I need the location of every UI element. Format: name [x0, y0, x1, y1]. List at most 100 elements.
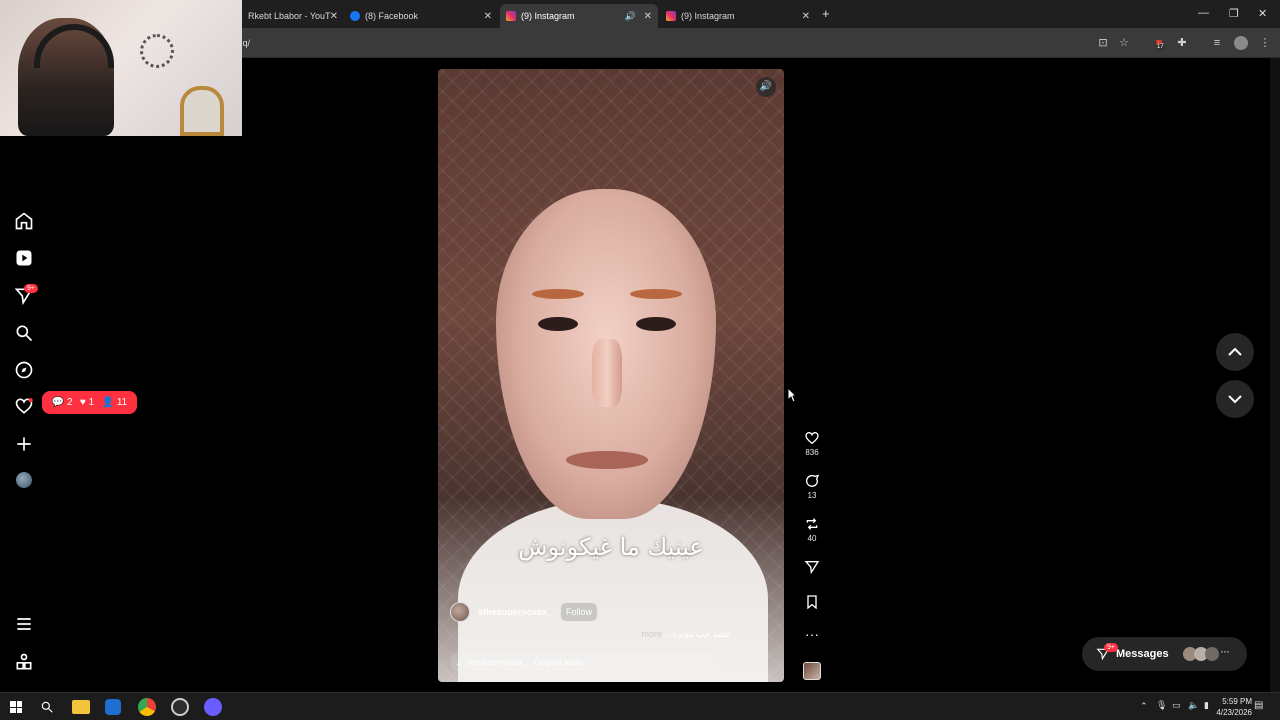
close-window-button[interactable]: ✕ — [1258, 7, 1267, 20]
reel-face — [496, 189, 716, 519]
audio-thumbnail[interactable] — [800, 662, 824, 680]
close-tab-icon[interactable]: ✕ — [802, 11, 810, 22]
explore-icon[interactable] — [14, 360, 34, 380]
notifications-icon[interactable] — [14, 396, 34, 416]
instagram-sidebar: 9+ — [0, 58, 48, 692]
close-tab-icon[interactable]: ✕ — [484, 11, 492, 22]
restore-button[interactable]: ❐ — [1229, 7, 1239, 20]
audio-label: xthesupernovax_ · Original audio — [466, 657, 584, 667]
mouse-cursor-icon — [787, 387, 797, 403]
media-control-icon[interactable]: ≡ — [1210, 36, 1224, 50]
comment-count: 13 — [807, 491, 817, 500]
messenger-icon[interactable] — [204, 698, 222, 716]
tab-title: (9) Instagram — [521, 11, 575, 21]
reels-icon[interactable] — [14, 248, 34, 268]
share-icon — [804, 561, 820, 575]
search-icon[interactable] — [14, 323, 34, 343]
comment-icon — [806, 474, 820, 487]
more-chats-icon: ··· — [1220, 647, 1230, 657]
mouth — [566, 451, 648, 469]
profile-icon[interactable] — [16, 472, 32, 488]
file-explorer-icon[interactable] — [72, 700, 90, 714]
author-row: xthesupernovax_ Follow — [450, 602, 599, 622]
like-button[interactable]: 836 — [800, 430, 824, 457]
reel-caption: عينيك ما غيكونوش — [518, 533, 704, 561]
new-tab-button[interactable]: + — [822, 6, 830, 21]
right-eye — [636, 317, 676, 331]
taskbar-search-icon[interactable] — [40, 700, 54, 714]
next-reel-button[interactable] — [1216, 380, 1254, 418]
taskbar-clock[interactable]: 5:59 PM 4/23/2026 — [1216, 696, 1252, 718]
tray-chevron-icon[interactable]: ⌃ — [1140, 701, 1148, 712]
audio-cover-icon — [803, 662, 821, 680]
heart-icon: ♥ — [79, 397, 86, 408]
minimize-button[interactable]: — — [1198, 7, 1209, 19]
page-scrollbar[interactable] — [1270, 58, 1280, 692]
also-from-meta-icon[interactable] — [14, 652, 34, 672]
follower-count-group: 👤 11 — [102, 397, 128, 408]
profile-avatar-icon[interactable] — [1234, 36, 1248, 50]
more-options-icon[interactable]: ··· — [800, 626, 824, 642]
create-icon[interactable] — [14, 434, 34, 454]
install-app-icon[interactable]: ⊡ — [1096, 36, 1110, 50]
windows-start-icon[interactable] — [10, 701, 22, 713]
close-tab-icon[interactable]: ✕ — [644, 11, 652, 22]
follow-button[interactable]: Follow — [560, 602, 599, 622]
battery-icon[interactable]: ▮ — [1204, 700, 1209, 711]
extensions-puzzle-icon[interactable]: ✚ — [1175, 36, 1189, 50]
tab-title: (8) Facebook — [365, 11, 419, 21]
description-text: قصة حب مؤثرة... — [664, 629, 731, 639]
reel-description[interactable]: more قصة حب مؤثرة... — [641, 629, 730, 640]
activity-notification-pill[interactable]: 💬 2 ♥ 1 👤 11 — [42, 391, 137, 414]
volume-toggle-button[interactable]: 🔊 — [756, 77, 776, 97]
comment-button[interactable]: 13 — [800, 473, 824, 500]
follower-count: 11 — [116, 397, 128, 408]
facebook-icon — [350, 11, 360, 21]
obs-icon[interactable] — [171, 698, 189, 716]
instagram-icon — [506, 11, 516, 21]
save-button[interactable] — [800, 594, 824, 610]
audio-playing-icon[interactable]: 🔊 — [625, 11, 636, 22]
like-count: 1 — [88, 397, 95, 408]
store-icon[interactable] — [105, 699, 121, 715]
author-username[interactable]: xthesupernovax_ — [478, 607, 552, 617]
home-icon[interactable] — [14, 211, 34, 231]
reel-video[interactable]: 🔊 عينيك ما غيكونوش xthesupernovax_ Follo… — [438, 69, 784, 682]
tab-instagram-active[interactable]: (9) Instagram 🔊 ✕ — [500, 4, 658, 28]
close-tab-icon[interactable]: ✕ — [330, 11, 338, 22]
bookmark-star-icon[interactable]: ☆ — [1117, 36, 1131, 50]
heart-icon — [805, 431, 819, 445]
left-eye — [538, 317, 578, 331]
network-icon[interactable]: ▭ — [1172, 700, 1181, 711]
messages-drawer-button[interactable]: 9+ Messages ··· — [1082, 637, 1247, 671]
messages-badge: 9+ — [24, 284, 38, 293]
author-avatar[interactable] — [450, 602, 470, 622]
like-count-group: ♥ 1 — [80, 397, 94, 408]
clock-time: 5:59 PM — [1222, 697, 1252, 706]
notification-center-icon[interactable]: ▤ — [1254, 700, 1263, 711]
right-brow — [630, 289, 682, 299]
comment-icon: 💬 — [51, 397, 65, 408]
chrome-icon[interactable] — [138, 698, 156, 716]
microphone-icon[interactable]: 🎙 — [1156, 700, 1167, 711]
more-link[interactable]: more — [641, 629, 662, 639]
previous-reel-button[interactable] — [1216, 333, 1254, 371]
audio-attribution[interactable]: ♫ xthesupernovax_ · Original audio — [450, 653, 715, 671]
tab-title: (9) Instagram — [681, 11, 735, 21]
nose — [592, 339, 622, 407]
chrome-menu-icon[interactable]: ⋮ — [1258, 36, 1272, 50]
tab-title: Rkebt Lbabor - YouT — [248, 11, 331, 21]
menu-icon[interactable] — [14, 614, 34, 634]
speaker-icon[interactable]: 🔈 — [1188, 700, 1199, 711]
share-button[interactable] — [800, 559, 824, 575]
tab-youtube[interactable]: Rkebt Lbabor - YouT ✕ — [242, 4, 344, 28]
wall-clock-icon — [140, 34, 174, 68]
address-bar[interactable]: l.q/ — [238, 35, 1078, 51]
recent-chat-avatars: ··· — [1182, 647, 1230, 661]
tab-instagram[interactable]: (9) Instagram ✕ — [660, 4, 816, 28]
chevron-up-icon — [1228, 347, 1242, 356]
extension-badge: 17 — [1156, 44, 1165, 50]
comment-count-group: 💬 2 — [52, 397, 73, 408]
repost-button[interactable]: 40 — [800, 516, 824, 543]
tab-facebook[interactable]: (8) Facebook ✕ — [344, 4, 498, 28]
